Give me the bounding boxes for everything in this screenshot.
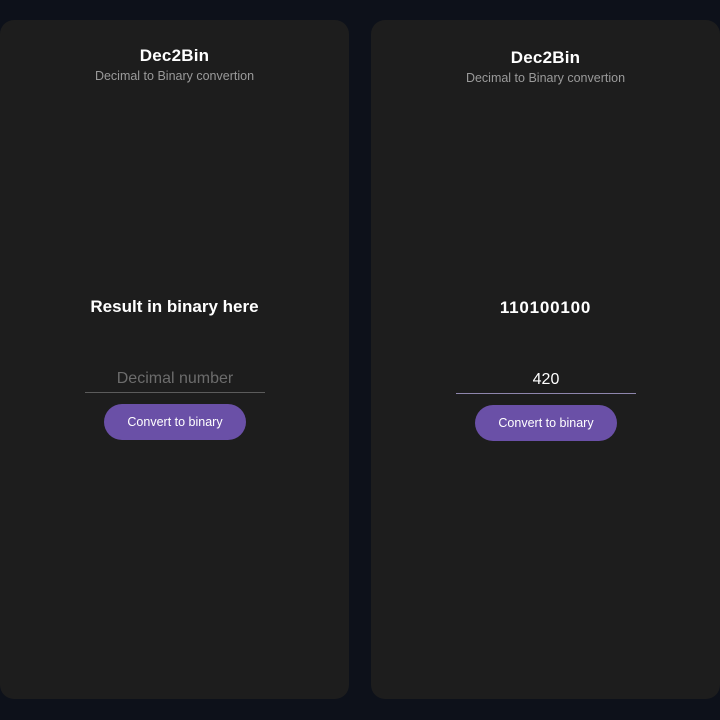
decimal-number-input[interactable]: [85, 366, 265, 392]
app-subtitle: Decimal to Binary convertion: [465, 71, 626, 85]
app-stage: Dec2Bin Decimal to Binary convertion Res…: [0, 0, 720, 720]
binary-result-label: Result in binary here: [90, 297, 259, 316]
decimal-input-field: [456, 367, 636, 394]
app-subtitle: Decimal to Binary convertion: [94, 69, 255, 83]
decimal-input-field: [85, 366, 265, 393]
app-title: Dec2Bin: [510, 48, 581, 67]
app-header: Dec2Bin Decimal to Binary convertion: [371, 48, 720, 86]
app-title: Dec2Bin: [139, 46, 210, 65]
screen-before-conversion: Dec2Bin Decimal to Binary convertion Res…: [0, 20, 349, 699]
convert-to-binary-button[interactable]: Convert to binary: [475, 405, 617, 441]
convert-to-binary-button[interactable]: Convert to binary: [104, 404, 246, 440]
decimal-number-input[interactable]: [456, 367, 636, 393]
screen-after-conversion: Dec2Bin Decimal to Binary convertion 110…: [371, 20, 720, 699]
app-header: Dec2Bin Decimal to Binary convertion: [0, 46, 349, 84]
binary-result-label: 110100100: [499, 298, 592, 317]
